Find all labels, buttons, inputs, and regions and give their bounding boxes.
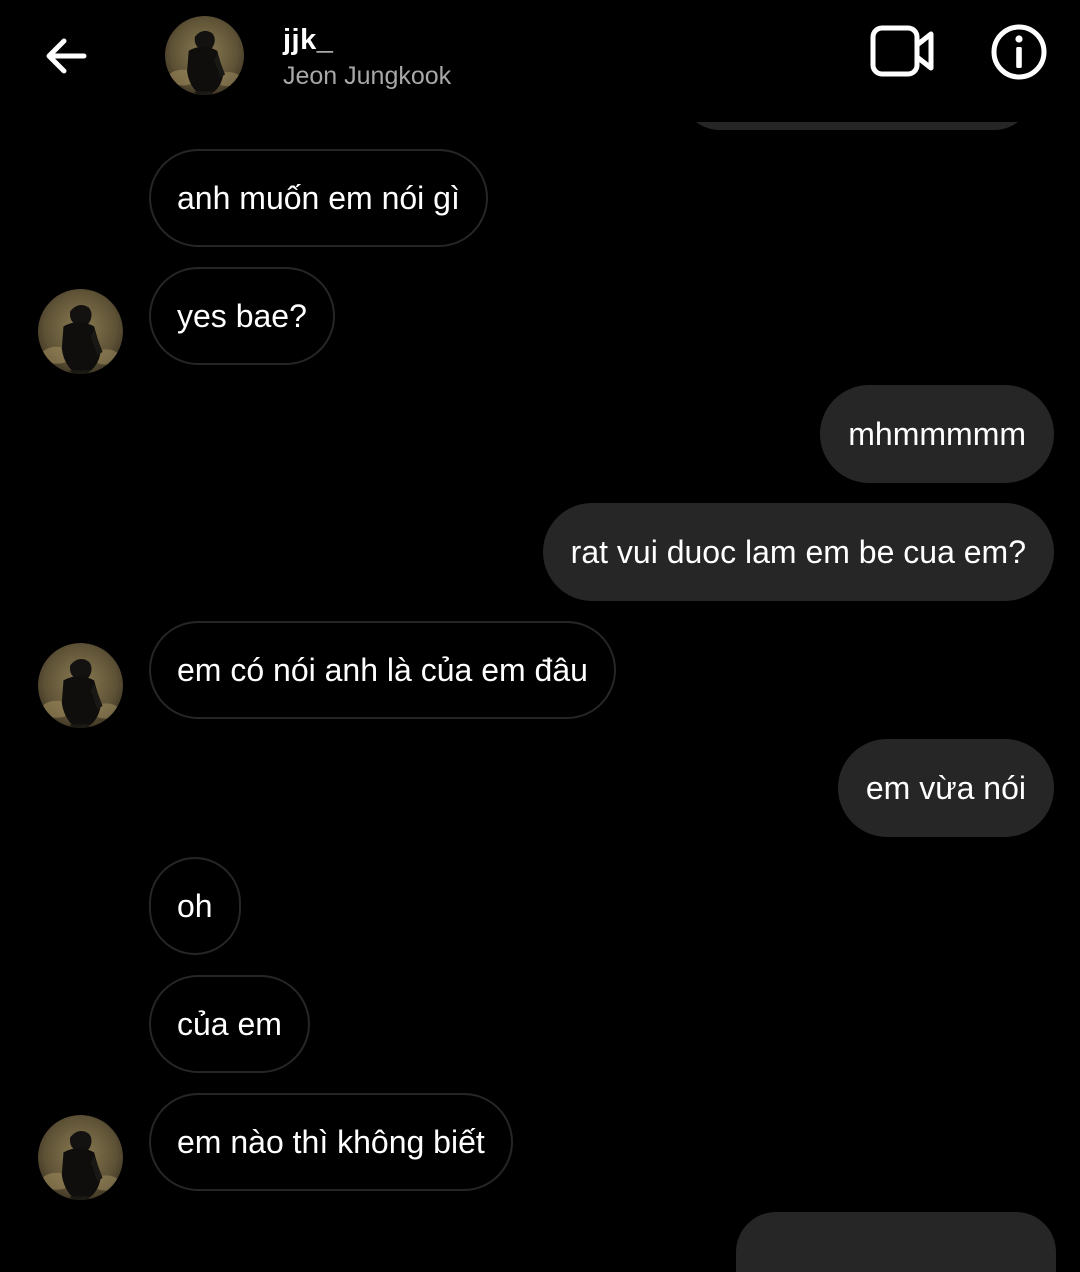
- video-call-button[interactable]: [868, 22, 938, 80]
- contact-fullname[interactable]: Jeon Jungkook: [283, 62, 451, 91]
- message-text: oh: [177, 887, 213, 924]
- sender-avatar[interactable]: [38, 1115, 123, 1200]
- message-text: mhmmmmm: [848, 415, 1026, 452]
- message-text: yes bae?: [177, 297, 307, 334]
- back-button[interactable]: [36, 28, 96, 84]
- message-text: rat vui duoc lam em be cua em?: [570, 533, 1026, 570]
- message-text: em có nói anh là của em đâu: [177, 651, 588, 688]
- received-message[interactable]: oh: [149, 857, 241, 955]
- sent-message[interactable]: em vừa nói: [837, 739, 1054, 837]
- message-text: anh muốn em nói gì: [177, 179, 460, 216]
- received-message[interactable]: của em: [149, 975, 310, 1073]
- received-message[interactable]: yes bae?: [149, 267, 335, 365]
- next-message-bubble[interactable]: [736, 1212, 1056, 1272]
- video-camera-icon: [870, 25, 934, 77]
- sent-message[interactable]: mhmmmmm: [820, 385, 1054, 483]
- sender-avatar[interactable]: [38, 289, 123, 374]
- contact-username[interactable]: jjk_: [283, 24, 333, 57]
- message-text: của em: [177, 1005, 282, 1042]
- info-button[interactable]: [988, 22, 1050, 82]
- message-text: em vừa nói: [865, 769, 1026, 806]
- info-circle-icon: [991, 24, 1047, 80]
- sender-avatar[interactable]: [38, 643, 123, 728]
- received-message[interactable]: em có nói anh là của em đâu: [149, 621, 616, 719]
- received-message[interactable]: anh muốn em nói gì: [149, 149, 488, 247]
- message-text: em nào thì không biết: [177, 1123, 485, 1160]
- arrow-left-icon: [46, 38, 87, 74]
- contact-avatar[interactable]: [165, 16, 244, 95]
- chat-header: jjk_ Jeon Jungkook: [0, 0, 1080, 120]
- sent-message[interactable]: rat vui duoc lam em be cua em?: [542, 503, 1054, 601]
- received-message[interactable]: em nào thì không biết: [149, 1093, 513, 1191]
